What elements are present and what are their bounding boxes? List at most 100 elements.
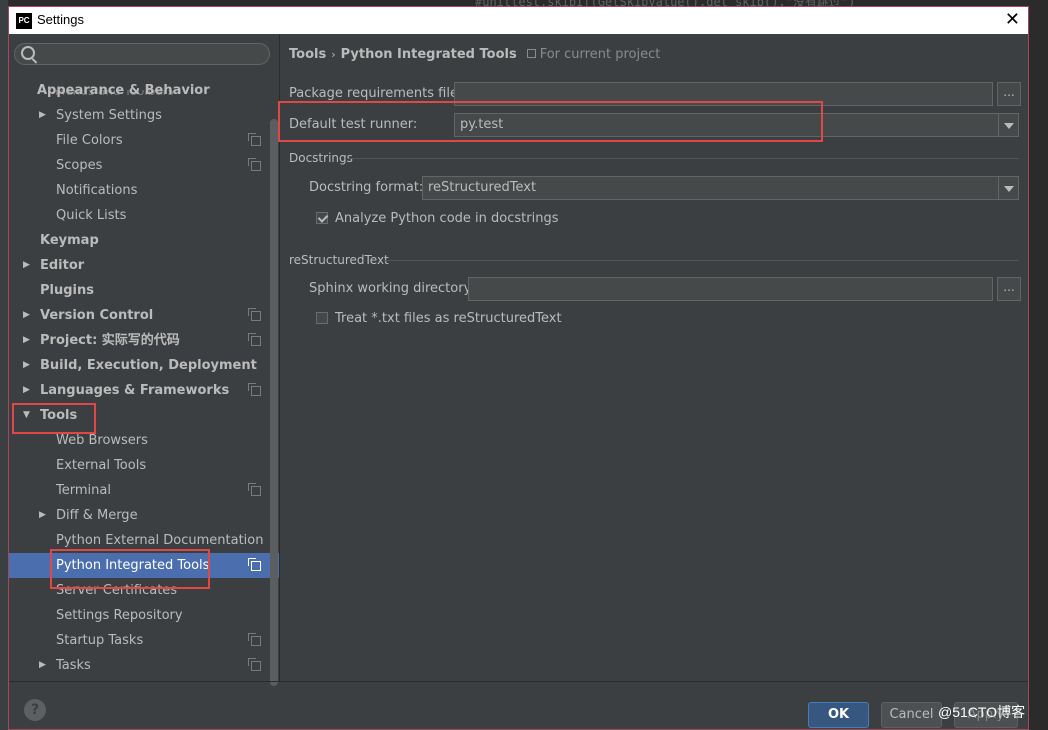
page-title: Python Integrated Tools [340, 47, 517, 62]
background-editor-right [1029, 0, 1048, 730]
sidebar-item-label: Python External Documentation [56, 533, 264, 548]
sidebar-item-editor[interactable]: ▶ Editor [9, 253, 279, 278]
sidebar-item-label: Editor [40, 258, 85, 273]
sidebar-item-label: Tasks [56, 658, 91, 673]
docstrings-group-divider [349, 158, 1019, 159]
scope-label: For current project [539, 47, 661, 62]
help-icon[interactable]: ? [24, 699, 46, 721]
sidebar-item-project[interactable]: ▶ Project: 实际写的代码 [9, 328, 279, 353]
sidebar-item-label: Version Control [40, 308, 154, 323]
project-scope-icon [248, 633, 261, 646]
sidebar-item-python-integrated-tools[interactable]: Python Integrated Tools [9, 553, 279, 578]
sphinx-directory-label: Sphinx working directory: [309, 281, 475, 296]
sidebar-item-label: Scopes [56, 158, 103, 173]
sidebar-item-version-control[interactable]: ▶ Version Control [9, 303, 279, 328]
sidebar-item-scopes[interactable]: Scopes [9, 153, 279, 178]
chevron-down-icon[interactable]: ▼ [23, 403, 30, 428]
footer-divider [9, 681, 1028, 682]
sidebar-item-server-certificates[interactable]: Server Certificates [9, 578, 279, 603]
analyze-docstrings-checkbox[interactable] [316, 212, 328, 224]
chevron-right-icon[interactable]: ▶ [23, 353, 30, 378]
sidebar-item-label: Build, Execution, Deployment [40, 358, 257, 373]
project-scope-icon [248, 558, 261, 571]
sidebar-item-web-browsers[interactable]: Web Browsers [9, 428, 279, 453]
title-bar[interactable]: PC Settings ✕ [9, 7, 1028, 34]
analyze-docstrings-label[interactable]: Analyze Python code in docstrings [335, 211, 558, 226]
test-runner-label: Default test runner: [289, 117, 418, 132]
chevron-down-icon[interactable] [998, 177, 1018, 199]
project-scope-icon [248, 133, 261, 146]
chevron-right-icon[interactable]: ▶ [23, 253, 30, 278]
settings-panel: Tools › Python Integrated Tools For current… [278, 34, 1028, 682]
package-requirements-input[interactable] [454, 82, 993, 106]
sidebar-item-label: File Colors [56, 133, 123, 148]
chevron-right-icon[interactable]: ▶ [23, 328, 30, 353]
project-scope-icon [248, 658, 261, 671]
project-scope-icon [248, 383, 261, 396]
watermark: @51CTO博客 [938, 704, 1026, 720]
breadcrumb-root: Tools [289, 47, 327, 62]
search-input[interactable] [14, 43, 270, 65]
sidebar-item-label: Plugins [40, 283, 94, 298]
project-scope-icon [248, 158, 261, 171]
sidebar-item-label: Appearance & Behavior [37, 83, 210, 98]
sidebar-item-label: External Tools [56, 458, 147, 473]
chevron-down-icon[interactable] [998, 114, 1018, 136]
sidebar-item-file-colors[interactable]: File Colors [9, 128, 279, 153]
project-scope-icon [526, 49, 536, 58]
window-title: Settings [37, 12, 84, 27]
treat-txt-label[interactable]: Treat *.txt files as reStructuredText [335, 311, 562, 326]
chevron-right-icon[interactable]: ▶ [39, 503, 46, 528]
sidebar-item-settings-repository[interactable]: Settings Repository [9, 603, 279, 628]
chevron-right-icon[interactable]: ▶ [39, 653, 46, 678]
sidebar-item-label: Project: 实际写的代码 [40, 333, 180, 348]
chevron-right-icon[interactable]: ▶ [23, 378, 30, 403]
chevron-right-icon[interactable]: ▶ [39, 103, 46, 128]
sidebar-item-label: Python Integrated Tools [56, 558, 210, 573]
sidebar-item-label: Quick Lists [56, 208, 127, 223]
sidebar-item-label: Keymap [40, 233, 99, 248]
sidebar-item-tools[interactable]: ▼ Tools [9, 403, 279, 428]
sidebar-item-notifications[interactable]: Notifications [9, 178, 279, 203]
treat-txt-checkbox[interactable] [316, 312, 328, 324]
docstrings-group-title: Docstrings [289, 151, 353, 165]
docstring-format-value: reStructuredText [428, 180, 537, 195]
docstring-format-dropdown[interactable]: reStructuredText [422, 176, 1019, 200]
breadcrumb: Tools › Python Integrated Tools For current… [289, 47, 660, 62]
sidebar-item-quick-lists[interactable]: Quick Lists [9, 203, 279, 228]
breadcrumb-separator: › [331, 48, 336, 61]
sidebar-item-python-external-documentation[interactable]: Python External Documentation [9, 528, 279, 553]
sidebar-item-label: Web Browsers [56, 433, 148, 448]
close-icon[interactable]: ✕ [1005, 9, 1020, 30]
sphinx-directory-input[interactable] [468, 277, 993, 301]
sidebar-item-tasks[interactable]: ▶ Tasks [9, 653, 279, 678]
pycharm-app-icon: PC [16, 13, 32, 29]
sidebar-scrollbar[interactable] [270, 119, 278, 686]
project-scope-icon [248, 333, 261, 346]
sidebar-item-label: System Settings [56, 108, 162, 123]
cancel-button[interactable]: Cancel [881, 702, 942, 728]
sidebar-item-languages-frameworks[interactable]: ▶ Languages & Frameworks [9, 378, 279, 403]
sidebar-item-diff-merge[interactable]: ▶ Diff & Merge [9, 503, 279, 528]
project-scope-icon [248, 308, 261, 321]
sidebar-item-system-settings[interactable]: ▶ System Settings [9, 103, 279, 128]
sidebar-item-label: Notifications [56, 183, 138, 198]
sidebar-item-external-tools[interactable]: External Tools [9, 453, 279, 478]
chevron-right-icon[interactable]: ▶ [23, 303, 30, 328]
test-runner-value: py.test [460, 117, 504, 132]
sphinx-directory-browse-button[interactable]: ... [997, 277, 1021, 301]
test-runner-dropdown[interactable]: py.test [454, 113, 1019, 137]
sidebar-item-label: Tools [40, 408, 78, 423]
sidebar-item-appearance-behavior[interactable]: Appearance & Behavior [9, 78, 279, 103]
ok-button[interactable]: OK [808, 702, 869, 728]
sidebar-item-keymap[interactable]: Keymap [9, 228, 279, 253]
restructuredtext-group-title: reStructuredText [289, 253, 389, 267]
sidebar-item-label: Languages & Frameworks [40, 383, 230, 398]
package-requirements-browse-button[interactable]: ... [997, 82, 1021, 106]
sidebar-item-startup-tasks[interactable]: Startup Tasks [9, 628, 279, 653]
sidebar-item-label: Diff & Merge [56, 508, 138, 523]
sidebar-item-plugins[interactable]: Plugins [9, 278, 279, 303]
sidebar-item-terminal[interactable]: Terminal [9, 478, 279, 503]
package-requirements-label: Package requirements file: [289, 86, 463, 101]
sidebar-item-build-execution-deployment[interactable]: ▶ Build, Execution, Deployment [9, 353, 279, 378]
